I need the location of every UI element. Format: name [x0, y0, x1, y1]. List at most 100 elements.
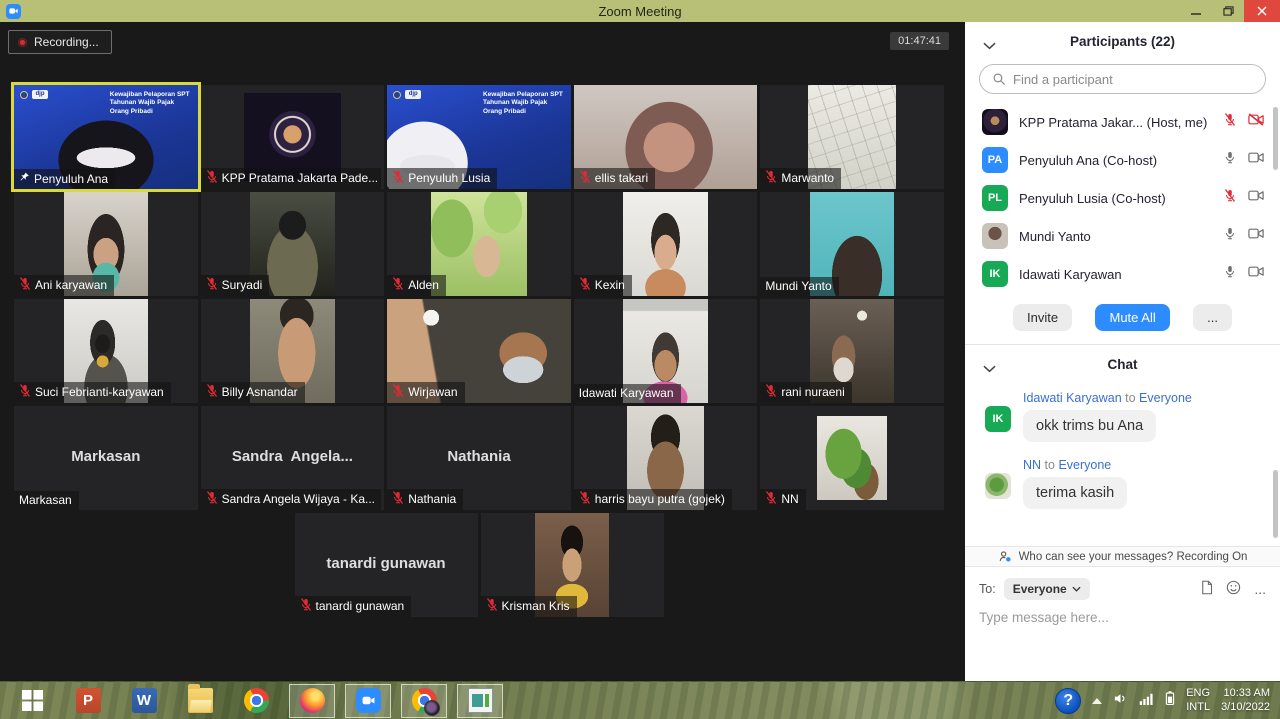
video-tile[interactable]: MarkasanMarkasan: [14, 406, 198, 510]
mic-muted-icon[interactable]: [1224, 189, 1236, 207]
taskbar-firefox-button[interactable]: [289, 684, 335, 718]
clock[interactable]: 10:33 AM 3/10/2022: [1221, 687, 1270, 715]
chat-message-input[interactable]: [979, 610, 1259, 625]
camera-icon[interactable]: [1248, 265, 1264, 283]
video-tile[interactable]: NathaniaNathania: [387, 406, 571, 510]
video-tile[interactable]: NN: [760, 406, 944, 510]
tile-name-label: Billy Asnandar: [201, 382, 305, 403]
mic-muted-icon: [19, 277, 31, 293]
chat-scrollbar[interactable]: [1273, 470, 1278, 538]
video-tile[interactable]: Sandra Angela...Sandra Angela Wijaya - K…: [201, 406, 385, 510]
mic-icon[interactable]: [1224, 227, 1236, 245]
chat-recipient[interactable]: Everyone: [1058, 458, 1111, 472]
taskbar-start-button[interactable]: [9, 684, 55, 718]
video-tile[interactable]: Mundi Yanto: [760, 192, 944, 296]
network-signal-icon[interactable]: [1139, 692, 1154, 710]
language-indicator[interactable]: ENG INTL: [1186, 687, 1210, 715]
system-window-icon: [468, 688, 493, 713]
participant-row[interactable]: PLPenyuluh Lusia (Co-host): [965, 179, 1280, 217]
camera-icon[interactable]: [1248, 151, 1264, 169]
close-button[interactable]: [1244, 0, 1280, 22]
video-tile[interactable]: Alden: [387, 192, 571, 296]
video-tile[interactable]: Suci Febrianti-karyawan: [14, 299, 198, 403]
video-tile[interactable]: harris bayu putra (gojek): [574, 406, 758, 510]
tile-name-text: Penyuluh Ana: [34, 172, 108, 186]
battery-icon[interactable]: [1165, 690, 1175, 711]
taskbar-chrome-button[interactable]: [233, 684, 279, 718]
participant-row[interactable]: IKIdawati Karyawan: [965, 255, 1280, 293]
video-tile[interactable]: djpKewajiban Pelaporan SPTTahunan Wajib …: [14, 85, 198, 189]
help-icon[interactable]: ?: [1055, 688, 1081, 714]
video-tile[interactable]: Kexin: [574, 192, 758, 296]
tile-name-text: rani nuraeni: [781, 385, 844, 399]
tile-name-label: Alden: [387, 275, 446, 296]
mic-icon[interactable]: [1224, 151, 1236, 169]
taskbar-system-window-button[interactable]: [457, 684, 503, 718]
video-tile[interactable]: Suryadi: [201, 192, 385, 296]
maximize-button[interactable]: [1212, 0, 1244, 22]
volume-icon[interactable]: [1113, 692, 1128, 710]
taskbar-file-explorer-button[interactable]: [177, 684, 223, 718]
participants-scrollbar[interactable]: [1273, 107, 1278, 170]
ministry-logo-icon: [393, 91, 401, 99]
minimize-icon: [1191, 6, 1201, 16]
video-tile[interactable]: Idawati Karyawan: [574, 299, 758, 403]
tile-name-label: harris bayu putra (gojek): [574, 489, 732, 510]
tile-name-label: Ani karyawan: [14, 275, 114, 296]
video-tile[interactable]: djpKewajiban Pelaporan SPTTahunan Wajib …: [387, 85, 571, 189]
video-tile[interactable]: Ani karyawan: [14, 192, 198, 296]
video-tile[interactable]: tanardi gunawantanardi gunawan: [295, 513, 478, 617]
file-attach-icon[interactable]: [1200, 580, 1213, 598]
taskbar-zoom-button[interactable]: [345, 684, 391, 718]
mic-muted-icon: [765, 491, 777, 507]
chat-avatar: IK: [985, 406, 1011, 432]
chat-more-icon[interactable]: ...: [1254, 581, 1266, 597]
participants-collapse-chevron-icon[interactable]: [983, 37, 996, 55]
camera-icon[interactable]: [1248, 189, 1264, 207]
camera-icon[interactable]: [1248, 227, 1264, 245]
chat-to-label: To:: [979, 582, 996, 596]
participant-avatar: IK: [982, 261, 1008, 287]
participant-row[interactable]: KPP Pratama Jakar... (Host, me): [965, 103, 1280, 141]
chat-sender[interactable]: Idawati Karyawan: [1023, 391, 1122, 405]
chat-recipient[interactable]: Everyone: [1139, 391, 1192, 405]
video-tile[interactable]: Billy Asnandar: [201, 299, 385, 403]
search-input[interactable]: [1013, 72, 1253, 87]
hidden-icons-chevron-icon[interactable]: [1092, 698, 1102, 704]
taskbar-chrome-alt-button[interactable]: [401, 684, 447, 718]
recording-indicator[interactable]: Recording...: [8, 30, 112, 54]
mic-icon[interactable]: [1224, 265, 1236, 283]
word-icon: W: [132, 688, 157, 713]
camera-off-icon[interactable]: [1248, 113, 1264, 131]
participant-row[interactable]: Mundi Yanto: [965, 217, 1280, 255]
chat-message-bubble: terima kasih: [1023, 477, 1127, 509]
mic-muted-icon[interactable]: [1224, 113, 1236, 131]
video-tile[interactable]: ellis takari: [574, 85, 758, 189]
tile-centered-name: tanardi gunawan: [295, 555, 478, 572]
clock-date: 3/10/2022: [1221, 701, 1270, 715]
chat-sender[interactable]: NN: [1023, 458, 1041, 472]
video-tile[interactable]: rani nuraeni: [760, 299, 944, 403]
mic-muted-icon: [392, 384, 404, 400]
mic-muted-icon: [765, 384, 777, 400]
video-tile[interactable]: Marwanto: [760, 85, 944, 189]
participant-name-text: Mundi Yanto: [1019, 229, 1091, 244]
tile-name-text: Suryadi: [222, 278, 263, 292]
virtual-bg-slide-text: Kewajiban Pelaporan SPTTahunan Wajib Paj…: [483, 91, 563, 116]
chat-recipient-dropdown[interactable]: Everyone: [1004, 578, 1090, 600]
taskbar-powerpoint-button[interactable]: P: [65, 684, 111, 718]
chat-collapse-chevron-icon[interactable]: [983, 360, 996, 378]
invite-button[interactable]: Invite: [1013, 304, 1072, 331]
participants-more-button[interactable]: ...: [1193, 304, 1232, 331]
taskbar-word-button[interactable]: W: [121, 684, 167, 718]
video-tile[interactable]: Krisman Kris: [481, 513, 664, 617]
minimize-button[interactable]: [1180, 0, 1212, 22]
emoji-icon[interactable]: [1226, 580, 1241, 598]
mute-all-button[interactable]: Mute All: [1095, 304, 1169, 331]
video-tile[interactable]: Wirjawan: [387, 299, 571, 403]
participant-search[interactable]: [979, 64, 1266, 94]
participant-row[interactable]: PAPenyuluh Ana (Co-host): [965, 141, 1280, 179]
participants-header: Participants (22): [965, 22, 1280, 62]
chat-visibility-notice[interactable]: Who can see your messages? Recording On: [965, 546, 1280, 567]
video-tile[interactable]: KPP Pratama Jakarta Pade...: [201, 85, 385, 189]
